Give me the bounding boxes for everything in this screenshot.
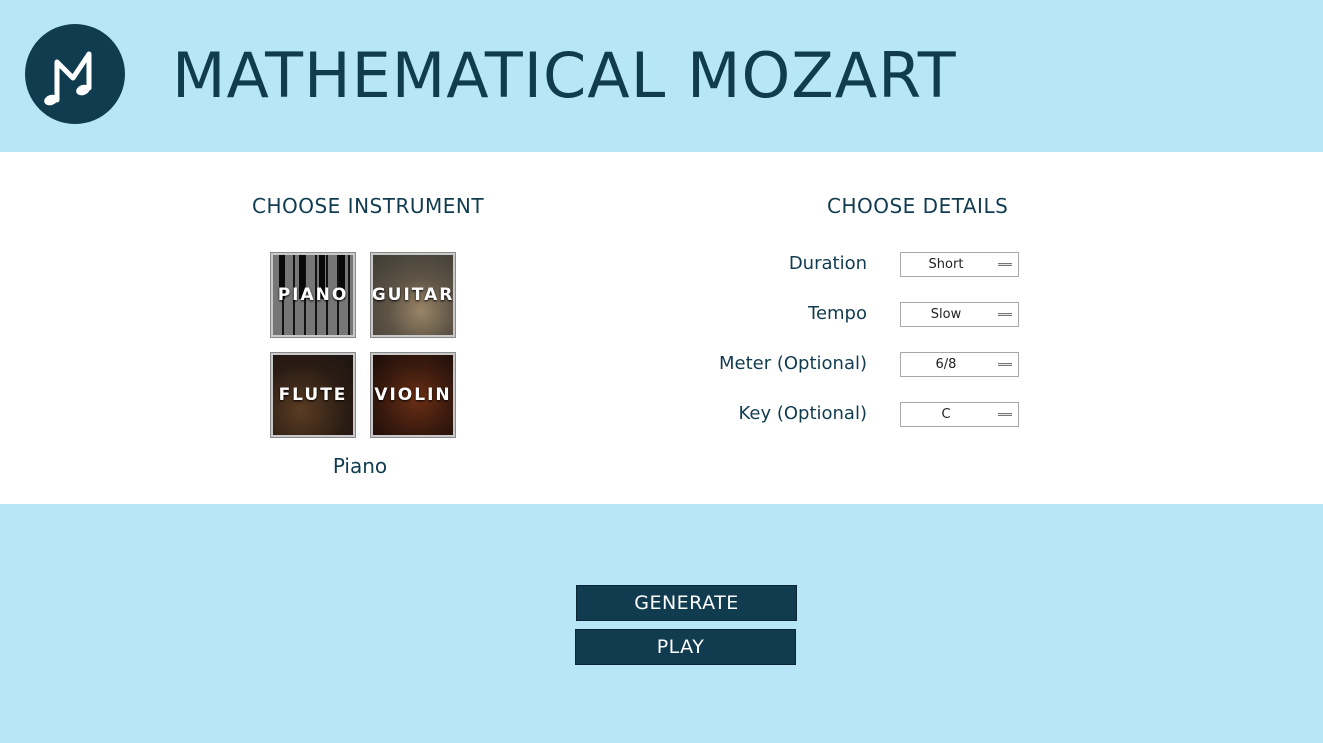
play-button[interactable]: PLAY [575, 629, 796, 665]
choose-details-heading: CHOOSE DETAILS [827, 194, 1009, 218]
tempo-select[interactable]: Slow [900, 302, 1019, 327]
instrument-flute-button[interactable]: FLUTE [270, 352, 356, 438]
generate-button[interactable]: GENERATE [576, 585, 797, 621]
key-label: Key (Optional) [738, 403, 867, 424]
dropdown-handle-icon [998, 363, 1012, 366]
instrument-label: GUITAR [371, 285, 455, 305]
meter-label: Meter (Optional) [718, 353, 867, 374]
duration-value: Short [928, 257, 964, 272]
instrument-label: FLUTE [278, 385, 348, 405]
tempo-value: Slow [930, 307, 962, 322]
dropdown-handle-icon [998, 313, 1012, 316]
instrument-piano-button[interactable]: PIANO [270, 252, 356, 338]
instrument-label: PIANO [277, 285, 349, 305]
app-header: MATHEMATICAL MOZART [0, 0, 1323, 152]
key-value: C [941, 407, 951, 422]
options-panel [0, 152, 1323, 504]
instrument-guitar-button[interactable]: GUITAR [370, 252, 456, 338]
dropdown-handle-icon [998, 263, 1012, 266]
duration-label: Duration [788, 253, 867, 274]
meter-select[interactable]: 6/8 [900, 352, 1019, 377]
selected-instrument-label: Piano [332, 454, 388, 478]
instrument-label: VIOLIN [374, 385, 452, 405]
tempo-label: Tempo [808, 303, 867, 324]
key-select[interactable]: C [900, 402, 1019, 427]
dropdown-handle-icon [998, 413, 1012, 416]
music-note-m-logo-icon [25, 24, 125, 124]
meter-value: 6/8 [935, 357, 957, 372]
duration-select[interactable]: Short [900, 252, 1019, 277]
instrument-violin-button[interactable]: VIOLIN [370, 352, 456, 438]
choose-instrument-heading: CHOOSE INSTRUMENT [252, 194, 485, 218]
app-title: MATHEMATICAL MOZART [172, 39, 957, 112]
